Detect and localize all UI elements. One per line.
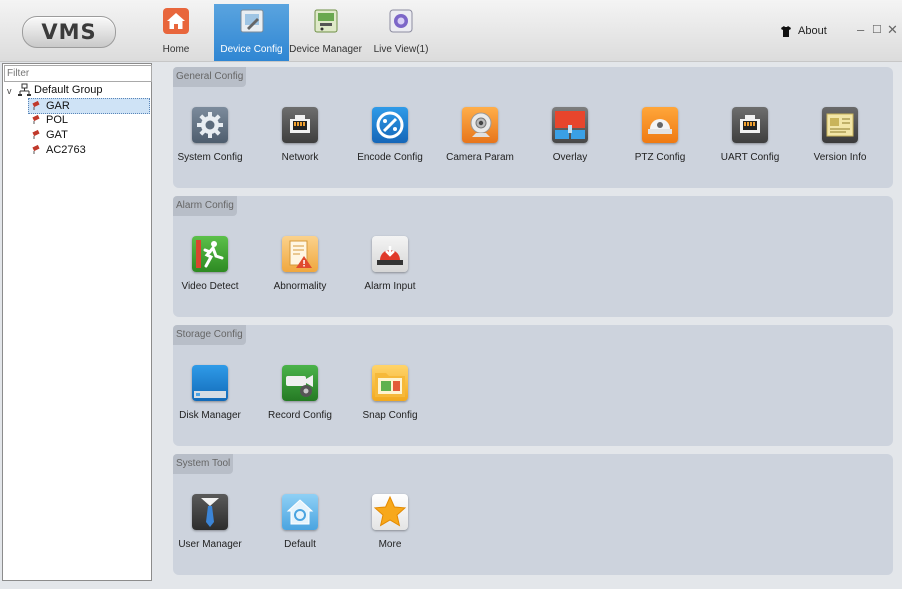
item-label: Alarm Input <box>364 281 416 292</box>
alarm-input-icon <box>372 236 408 272</box>
item-label: Snap Config <box>362 410 418 421</box>
group-title: Storage Config <box>173 325 246 345</box>
expand-toggle[interactable]: v <box>7 84 12 98</box>
tab-device-config-label: Device Config <box>220 44 283 55</box>
encode-icon <box>372 107 408 143</box>
star-icon <box>372 494 408 530</box>
abnormality-icon <box>282 236 318 272</box>
tree-device-gar[interactable]: GAR <box>28 98 150 114</box>
device-manager-icon <box>313 8 339 34</box>
group-title: Alarm Config <box>173 196 237 216</box>
tree-device-label: GAR <box>46 100 70 112</box>
version-info-icon <box>822 107 858 143</box>
tree-device-label: AC2763 <box>46 144 86 156</box>
camera-device-icon <box>31 144 42 155</box>
tree-device-label: POL <box>46 114 69 126</box>
camera-device-icon <box>31 129 42 140</box>
encode-config-button[interactable]: Encode Config <box>345 107 435 179</box>
storage-config-group: Storage Config Disk Manager Record Confi… <box>173 325 893 446</box>
device-config-icon <box>239 8 265 34</box>
camera-param-button[interactable]: Camera Param <box>435 107 525 179</box>
alarm-input-button[interactable]: Alarm Input <box>345 236 435 308</box>
overlay-icon <box>552 107 588 143</box>
group-title: System Tool <box>173 454 234 474</box>
app-logo: VMS <box>22 16 116 48</box>
tree-root-label: Default Group <box>34 84 103 96</box>
tab-device-manager[interactable]: Device Manager <box>289 4 362 61</box>
group-icon <box>18 83 31 96</box>
uart-port-icon <box>732 107 768 143</box>
abnormality-button[interactable]: Abnormality <box>255 236 345 308</box>
tab-device-config[interactable]: Device Config <box>214 4 289 61</box>
overlay-button[interactable]: Overlay <box>525 107 615 179</box>
shirt-icon <box>781 25 791 37</box>
gear-icon <box>192 107 228 143</box>
tab-live-view[interactable]: Live View(1) <box>372 4 430 61</box>
live-view-icon <box>388 8 414 34</box>
group-title: General Config <box>173 67 247 87</box>
network-button[interactable]: Network <box>255 107 345 179</box>
about-button[interactable]: About <box>781 25 827 37</box>
record-config-icon <box>282 365 318 401</box>
record-config-button[interactable]: Record Config <box>255 365 345 437</box>
camera-icon <box>462 107 498 143</box>
snap-folder-icon <box>372 365 408 401</box>
disk-icon <box>192 365 228 401</box>
user-manager-button[interactable]: User Manager <box>165 494 255 566</box>
video-detect-icon <box>192 236 228 272</box>
minimize-button[interactable]: – <box>857 22 864 38</box>
ptz-dome-icon <box>642 107 678 143</box>
tab-home[interactable]: Home <box>156 4 196 61</box>
alarm-config-group: Alarm Config Video Detect Abnormality Al… <box>173 196 893 317</box>
home-icon <box>163 8 189 34</box>
camera-device-icon <box>31 114 42 125</box>
more-button[interactable]: More <box>345 494 435 566</box>
network-port-icon <box>282 107 318 143</box>
version-info-button[interactable]: Version Info <box>795 107 885 179</box>
general-config-group: General Config System Config Network Enc… <box>173 67 893 188</box>
tab-home-label: Home <box>162 44 190 55</box>
user-manager-icon <box>192 494 228 530</box>
uart-config-button[interactable]: UART Config <box>705 107 795 179</box>
device-tree-panel: v Default Group GAR POL <box>2 63 152 581</box>
default-button[interactable]: Default <box>255 494 345 566</box>
tab-device-manager-label: Device Manager <box>289 44 362 55</box>
tree-device-label: GAT <box>46 129 68 141</box>
item-label: Version Info <box>813 152 867 163</box>
tab-live-view-label: Live View(1) <box>373 44 429 55</box>
close-button[interactable]: ✕ <box>887 22 898 38</box>
default-home-icon <box>282 494 318 530</box>
tree-root-default-group[interactable]: v Default Group <box>3 83 149 97</box>
snap-config-button[interactable]: Snap Config <box>345 365 435 437</box>
video-detect-button[interactable]: Video Detect <box>165 236 255 308</box>
camera-device-icon <box>31 100 42 111</box>
system-config-button[interactable]: System Config <box>165 107 255 179</box>
disk-manager-button[interactable]: Disk Manager <box>165 365 255 437</box>
top-toolbar: VMS Home Device Config Device Manager Li… <box>0 0 902 62</box>
filter-input[interactable] <box>4 65 152 82</box>
system-tool-group: System Tool User Manager Default More <box>173 454 893 575</box>
about-label: About <box>798 25 827 37</box>
maximize-button[interactable]: ☐ <box>872 22 882 38</box>
item-label: More <box>378 539 402 550</box>
ptz-config-button[interactable]: PTZ Config <box>615 107 705 179</box>
